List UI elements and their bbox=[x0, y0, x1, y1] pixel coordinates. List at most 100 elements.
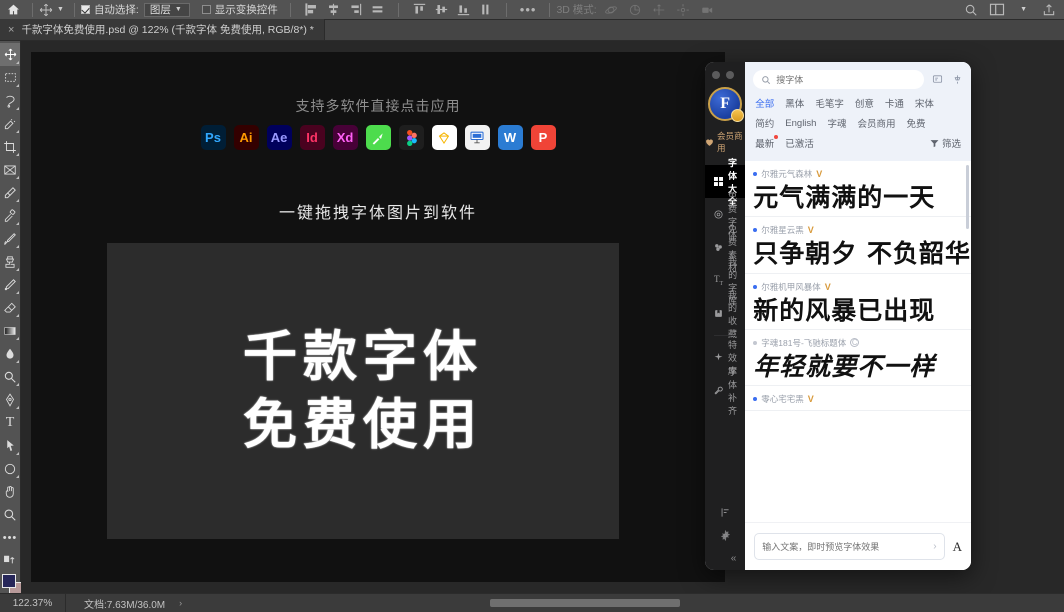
more-options-icon[interactable]: ••• bbox=[513, 2, 544, 17]
marquee-tool[interactable] bbox=[0, 66, 20, 89]
show-transform-checkbox[interactable] bbox=[201, 5, 211, 14]
type-tool[interactable]: T bbox=[0, 411, 20, 434]
auto-select-checkbox[interactable] bbox=[80, 5, 90, 14]
chevron-down-icon[interactable]: ▼ bbox=[57, 6, 64, 13]
share-icon[interactable] bbox=[1042, 3, 1056, 17]
path-select-tool[interactable] bbox=[0, 434, 20, 457]
show-transform-option[interactable]: 显示变换控件 bbox=[201, 0, 278, 20]
tag-zihun[interactable]: 字魂 bbox=[827, 116, 846, 130]
tag-all[interactable]: 全部 bbox=[755, 96, 774, 110]
font-app-window[interactable]: F 会员商用 字体大全 免费字体 免费素材 TT 我的字库 我的收藏 特效库 字… bbox=[705, 62, 971, 570]
layer-select-dropdown[interactable]: 图层 ▼ bbox=[143, 2, 190, 17]
app-icon-figma[interactable] bbox=[398, 125, 424, 150]
shape-tool[interactable] bbox=[0, 457, 20, 480]
zoom-level[interactable]: 122.37% bbox=[0, 593, 66, 612]
font-list-item[interactable]: 字魂181号-飞驰标题体 C 年轻就要不一样 bbox=[745, 330, 971, 386]
frame-tool[interactable] bbox=[0, 158, 20, 181]
tag-vip-commercial[interactable]: 会员商用 bbox=[857, 116, 895, 130]
preview-text-box[interactable]: › bbox=[754, 533, 945, 560]
tag-simple[interactable]: 简约 bbox=[755, 116, 774, 130]
edit-toolbar-button[interactable]: ••• bbox=[0, 526, 20, 549]
minimize-dot[interactable] bbox=[726, 71, 734, 79]
distribute-h-icon[interactable] bbox=[371, 3, 384, 16]
align-center-h-icon[interactable] bbox=[327, 3, 340, 16]
font-size-button[interactable]: A bbox=[953, 539, 962, 555]
tag-songti[interactable]: 宋体 bbox=[915, 96, 934, 110]
align-text-icon[interactable] bbox=[720, 507, 731, 518]
message-icon[interactable] bbox=[932, 74, 943, 85]
tag-cartoon[interactable]: 卡通 bbox=[885, 96, 904, 110]
gradient-tool[interactable] bbox=[0, 319, 20, 342]
pen-tool[interactable] bbox=[0, 388, 20, 411]
app-icon-xd[interactable]: Xd bbox=[332, 125, 358, 150]
workspace-icon[interactable] bbox=[989, 3, 1005, 16]
move-tool-indicator[interactable]: ▼ bbox=[39, 0, 68, 20]
clone-stamp-tool[interactable] bbox=[0, 250, 20, 273]
home-icon[interactable] bbox=[0, 3, 26, 16]
sidebar-item-my-favorites[interactable]: 我的收藏 bbox=[705, 290, 745, 339]
dodge-tool[interactable] bbox=[0, 365, 20, 388]
tag-creative[interactable]: 创意 bbox=[855, 96, 874, 110]
horizontal-scrollbar[interactable] bbox=[490, 599, 680, 607]
tag-brush[interactable]: 毛笔字 bbox=[815, 96, 844, 110]
font-list-item[interactable]: 尔雅星云黑 V 只争朝夕 不负韶华 bbox=[745, 217, 971, 274]
hand-tool[interactable] bbox=[0, 480, 20, 503]
camera-3d-icon[interactable] bbox=[700, 3, 715, 17]
artboard[interactable]: 支持多软件直接点击应用 Ps Ai Ae Id Xd W P 一键拖拽字体图片到… bbox=[31, 52, 725, 582]
blur-tool[interactable] bbox=[0, 342, 20, 365]
app-icon-illustrator[interactable]: Ai bbox=[233, 125, 259, 150]
chevron-right-icon[interactable]: › bbox=[933, 541, 936, 552]
collapse-sidebar-button[interactable]: « bbox=[731, 553, 737, 564]
tag-english[interactable]: English bbox=[785, 118, 816, 129]
close-dot[interactable] bbox=[712, 71, 720, 79]
font-list-item[interactable]: 尔雅机甲风暴体 V 新的风暴已出现 bbox=[745, 274, 971, 330]
app-icon-indesign[interactable]: Id bbox=[299, 125, 325, 150]
pan-3d-icon[interactable] bbox=[652, 3, 666, 17]
avatar[interactable]: F bbox=[708, 87, 745, 122]
status-expand-icon[interactable]: › bbox=[179, 598, 182, 608]
app-icon-after-effects[interactable]: Ae bbox=[266, 125, 292, 150]
tag-newest[interactable]: 最新 bbox=[755, 135, 779, 150]
history-brush-tool[interactable] bbox=[0, 273, 20, 296]
distribute-v-icon[interactable] bbox=[479, 3, 492, 16]
gear-icon[interactable] bbox=[720, 530, 731, 541]
app-icon-powerpoint[interactable]: P bbox=[530, 125, 556, 150]
eyedropper-tool[interactable] bbox=[0, 181, 20, 204]
canvas-area[interactable]: 支持多软件直接点击应用 Ps Ai Ae Id Xd W P 一键拖拽字体图片到… bbox=[21, 41, 1064, 593]
quick-select-tool[interactable] bbox=[0, 112, 20, 135]
app-icon-keynote[interactable] bbox=[464, 125, 490, 150]
search-icon[interactable] bbox=[964, 3, 978, 17]
filter-button[interactable]: 筛选 bbox=[930, 136, 961, 150]
pin-icon[interactable] bbox=[952, 74, 963, 85]
brush-tool[interactable] bbox=[0, 227, 20, 250]
app-icon-sketch[interactable] bbox=[431, 125, 457, 150]
document-tab[interactable]: × 千款字体免费使用.psd @ 122% (千款字体 免费使用, RGB/8*… bbox=[0, 19, 325, 40]
eraser-tool[interactable] bbox=[0, 296, 20, 319]
preview-text-input[interactable] bbox=[762, 541, 930, 552]
font-list-item[interactable]: 尔雅元气森林 V 元气满满的一天 bbox=[745, 161, 971, 218]
app-icon-word[interactable]: W bbox=[497, 125, 523, 150]
window-controls[interactable] bbox=[712, 71, 734, 79]
align-middle-v-icon[interactable] bbox=[435, 3, 448, 16]
font-list[interactable]: 尔雅元气森林 V 元气满满的一天 尔雅星云黑 V 只争朝夕 不负韶华 尔雅机甲风… bbox=[745, 161, 971, 522]
foreground-color-swatch[interactable] bbox=[2, 574, 16, 588]
orbit-3d-icon[interactable] bbox=[604, 3, 618, 17]
sidebar-item-font-repair[interactable]: 字体补齐 bbox=[705, 367, 745, 416]
font-list-scrollbar[interactable] bbox=[966, 165, 969, 229]
tag-free[interactable]: 免费 bbox=[907, 116, 926, 130]
roll-3d-icon[interactable] bbox=[628, 3, 642, 17]
preview-box[interactable]: 千款字体 免费使用 bbox=[107, 243, 619, 539]
search-box[interactable] bbox=[753, 70, 924, 89]
close-icon[interactable]: × bbox=[8, 24, 14, 36]
align-top-icon[interactable] bbox=[413, 3, 426, 16]
font-list-item[interactable]: 零心宅宅黑 V bbox=[745, 386, 971, 411]
zoom-tool[interactable] bbox=[0, 503, 20, 526]
tag-activated[interactable]: 已激活 bbox=[785, 136, 814, 150]
align-left-icon[interactable] bbox=[305, 3, 318, 16]
chevron-down-icon[interactable]: ▼ bbox=[1020, 6, 1027, 13]
app-icon-photoshop[interactable]: Ps bbox=[200, 125, 226, 150]
move-tool[interactable] bbox=[0, 43, 20, 66]
lasso-tool[interactable] bbox=[0, 89, 20, 112]
search-input[interactable] bbox=[776, 74, 916, 85]
slide-3d-icon[interactable] bbox=[676, 3, 690, 17]
